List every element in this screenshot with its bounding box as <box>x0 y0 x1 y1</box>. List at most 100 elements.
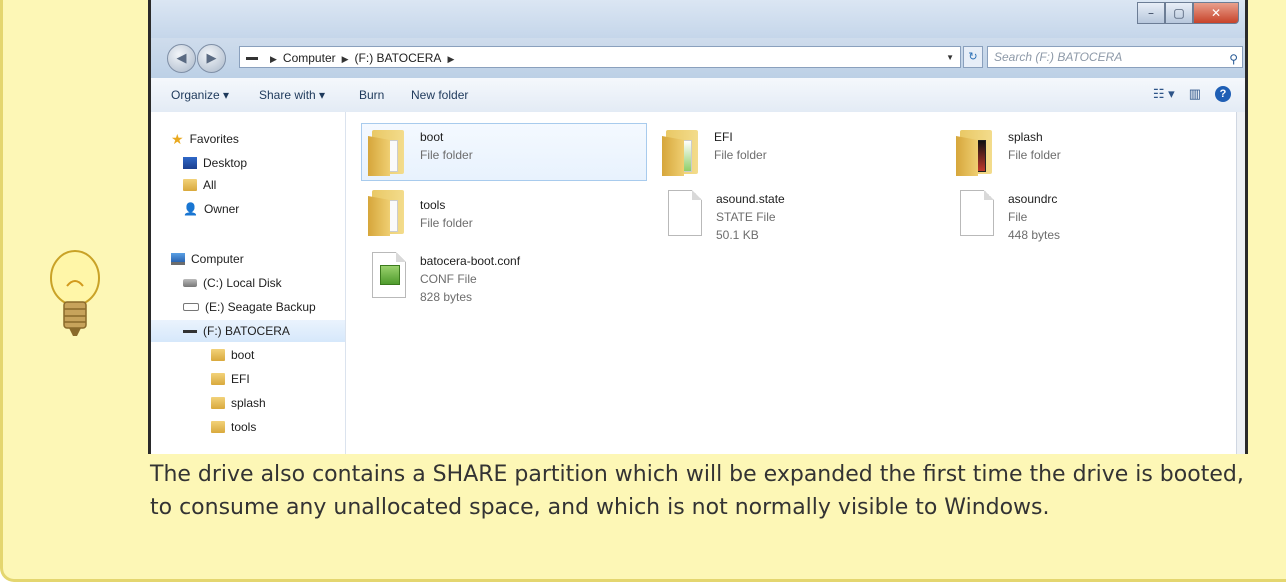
file-type: File folder <box>420 216 473 230</box>
file-item-splash[interactable]: splash File folder <box>956 128 1061 176</box>
burn-button[interactable]: Burn <box>359 88 384 102</box>
crumb-separator-icon: ▶ <box>447 54 455 64</box>
file-size: 50.1 KB <box>716 228 759 242</box>
minimize-button[interactable]: – <box>1137 2 1165 24</box>
nav-subfolder-label: boot <box>231 348 255 362</box>
file-item-asoundrc[interactable]: asoundrc File 448 bytes <box>960 190 1060 244</box>
nav-computer-label: Computer <box>191 252 244 266</box>
view-controls: ☷ ▾ ▥ ? <box>1153 86 1231 102</box>
breadcrumb-f-drive[interactable]: (F:) BATOCERA <box>355 51 442 65</box>
file-item-batocera-boot-conf[interactable]: batocera-boot.conf CONF File 828 bytes <box>372 252 520 306</box>
file-name: asound.state <box>716 192 785 206</box>
nav-subfolder-label: splash <box>231 396 266 410</box>
nav-owner-label: Owner <box>203 202 240 216</box>
search-icon[interactable]: ⚲ <box>1229 49 1238 69</box>
search-input[interactable]: Search (F:) BATOCERA ⚲ <box>987 46 1243 68</box>
maximize-button[interactable]: ▢ <box>1165 2 1193 24</box>
usb-drive-icon <box>183 329 197 333</box>
nav-favorites[interactable]: ★ Favorites <box>171 132 239 146</box>
address-row: ◀ ▶ ▶ Computer ▶ (F:) BATOCERA ▶ ▼ ↻ Search … <box>151 38 1245 78</box>
nav-subfolder-efi[interactable]: EFI <box>211 372 250 386</box>
window-controls: – ▢ ✕ <box>1137 2 1239 24</box>
help-icon[interactable]: ? <box>1215 86 1231 102</box>
close-button[interactable]: ✕ <box>1193 2 1239 24</box>
file-item-efi[interactable]: EFI File folder <box>662 128 767 176</box>
file-type: File folder <box>420 148 473 162</box>
vertical-scrollbar[interactable] <box>1236 112 1245 454</box>
navigation-pane: ★ Favorites Desktop All 👤 Owner Computer (… <box>151 112 346 454</box>
back-button[interactable]: ◀ <box>167 44 196 73</box>
title-bar: – ▢ ✕ <box>151 0 1245 38</box>
folder-icon <box>211 421 225 433</box>
user-folder-icon: 👤 <box>183 202 198 216</box>
file-size: 448 bytes <box>1008 228 1061 242</box>
folder-icon <box>368 188 406 236</box>
nav-subfolder-boot[interactable]: boot <box>211 348 254 362</box>
file-type: File <box>1008 210 1028 224</box>
file-item-asound-state[interactable]: asound.state STATE File 50.1 KB <box>668 190 785 244</box>
nav-f-drive[interactable]: (F:) BATOCERA <box>183 324 290 338</box>
forward-arrow-icon: ▶ <box>206 51 217 66</box>
file-name: EFI <box>714 130 733 144</box>
nav-subfolder-tools[interactable]: tools <box>211 420 256 434</box>
folder-icon <box>662 128 700 176</box>
share-with-button[interactable]: Share with ▾ <box>259 88 325 102</box>
file-name: boot <box>420 130 444 144</box>
address-bar[interactable]: ▶ Computer ▶ (F:) BATOCERA ▶ ▼ <box>239 46 961 68</box>
nav-e-drive[interactable]: (E:) Seagate Backup <box>183 300 316 314</box>
refresh-button[interactable]: ↻ <box>963 46 983 68</box>
drive-icon <box>246 57 258 61</box>
nav-c-drive[interactable]: (C:) Local Disk <box>183 276 282 290</box>
file-type: File folder <box>714 148 767 162</box>
nav-all[interactable]: All <box>183 178 216 192</box>
file-type: STATE File <box>716 210 776 224</box>
nav-subfolder-label: EFI <box>231 372 250 386</box>
file-item-tools[interactable]: tools File folder <box>368 188 473 236</box>
folder-icon <box>211 397 225 409</box>
nav-f-drive-label: (F:) BATOCERA <box>203 324 290 338</box>
explorer-window-screenshot: – ▢ ✕ ◀ ▶ ▶ Computer ▶ (F:) BATOCERA ▶ ▼ ↻ S… <box>148 0 1248 454</box>
folder-icon <box>211 373 225 385</box>
nav-computer[interactable]: Computer <box>171 252 244 266</box>
folder-icon <box>956 128 994 176</box>
nav-favorites-label: Favorites <box>189 132 239 146</box>
lightbulb-icon <box>50 250 100 336</box>
computer-icon <box>171 253 185 265</box>
nav-desktop[interactable]: Desktop <box>183 156 247 170</box>
folder-icon <box>211 349 225 361</box>
breadcrumb-computer[interactable]: Computer <box>283 51 336 65</box>
nav-all-label: All <box>203 178 217 192</box>
tip-box: – ▢ ✕ ◀ ▶ ▶ Computer ▶ (F:) BATOCERA ▶ ▼ ↻ S… <box>0 0 1286 582</box>
change-view-icon[interactable]: ☷ ▾ <box>1153 86 1175 102</box>
desktop-icon <box>183 157 197 169</box>
nav-owner[interactable]: 👤 Owner <box>183 202 239 216</box>
file-list: boot File folder EFI File folder splash Fil… <box>346 112 1244 454</box>
file-type: CONF File <box>420 272 477 286</box>
folder-icon <box>368 128 406 176</box>
file-name: batocera-boot.conf <box>420 254 521 268</box>
preview-pane-icon[interactable]: ▥ <box>1189 86 1201 102</box>
organize-button[interactable]: Organize ▾ <box>171 88 229 102</box>
crumb-separator-icon: ▶ <box>270 54 277 64</box>
file-name: asoundrc <box>1008 192 1058 206</box>
nav-e-drive-label: (E:) Seagate Backup <box>205 300 316 314</box>
tip-caption: The drive also contains a SHARE partitio… <box>150 462 1244 520</box>
file-type: File folder <box>1008 148 1061 162</box>
external-drive-icon <box>183 303 199 311</box>
file-name: splash <box>1008 130 1043 144</box>
back-arrow-icon: ◀ <box>176 51 187 66</box>
address-dropdown-icon[interactable]: ▼ <box>946 47 954 69</box>
local-disk-icon <box>183 279 197 287</box>
search-placeholder: Search (F:) BATOCERA <box>994 50 1123 64</box>
nav-subfolder-splash[interactable]: splash <box>211 396 266 410</box>
command-toolbar: Organize ▾ Share with ▾ Burn New folder … <box>151 78 1245 113</box>
forward-button[interactable]: ▶ <box>197 44 226 73</box>
file-name: tools <box>420 198 446 212</box>
document-icon <box>960 190 994 236</box>
new-folder-button[interactable]: New folder <box>411 88 468 102</box>
star-icon: ★ <box>171 131 184 147</box>
crumb-separator-icon: ▶ <box>341 54 349 64</box>
refresh-icon: ↻ <box>968 50 978 63</box>
document-icon <box>668 190 702 236</box>
file-item-boot[interactable]: boot File folder <box>361 123 647 181</box>
